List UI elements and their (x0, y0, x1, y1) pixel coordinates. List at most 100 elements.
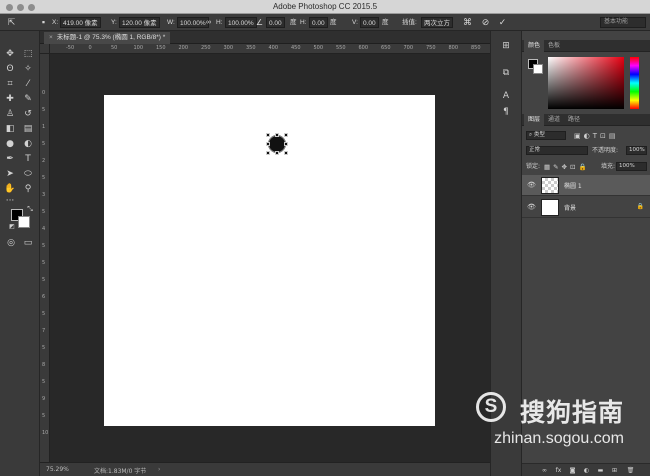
screen-mode-icon[interactable]: ▭ (22, 237, 34, 249)
ellipse-tool-icon[interactable]: ⬭ (22, 168, 34, 180)
marquee-tool-icon[interactable]: ⬚ (22, 48, 34, 60)
interpolation-select[interactable]: 两次立方 (421, 17, 453, 28)
magic-wand-tool-icon[interactable]: ✧ (22, 63, 34, 75)
warp-icon[interactable]: ⌘ (462, 17, 473, 28)
transform-handle[interactable] (284, 133, 288, 137)
document-canvas[interactable] (104, 95, 435, 426)
transform-handle[interactable] (284, 151, 288, 155)
pen-tool-icon[interactable]: ✒ (4, 153, 16, 165)
move-tool-icon[interactable]: ✥ (4, 48, 16, 60)
x-field[interactable]: 419.00 像素 (60, 17, 101, 28)
ruler-tick-label: 5 (42, 107, 46, 113)
color-picker-field[interactable] (548, 57, 624, 109)
healing-brush-tool-icon[interactable]: ✚ (4, 93, 16, 105)
transform-handle[interactable] (266, 133, 270, 137)
gradient-tool-icon[interactable]: ▤ (22, 123, 34, 135)
h-field[interactable]: 100.00% (225, 17, 257, 28)
reference-point-icon[interactable]: ▪ (38, 17, 49, 28)
zoom-level[interactable]: 75.29% (46, 466, 69, 473)
tab-color[interactable]: 颜色 (524, 40, 545, 52)
tab-layers[interactable]: 图层 (524, 114, 545, 126)
crop-tool-icon[interactable]: ⌗ (4, 78, 16, 90)
ruler-tick-label: 650 (381, 45, 391, 51)
properties-panel-icon[interactable]: ⧉ (499, 66, 513, 80)
lock-icons[interactable]: ▦✎✥⊡🔒 (544, 161, 590, 173)
background-color-swatch[interactable] (18, 216, 30, 228)
link-icon[interactable]: ∞ (203, 17, 214, 28)
commit-transform-icon[interactable]: ✓ (497, 17, 508, 28)
close-tab-icon[interactable]: × (49, 34, 53, 41)
hskew-unit: 度 (330, 19, 337, 26)
lasso-tool-icon[interactable]: ʘ (4, 63, 16, 75)
vertical-ruler[interactable]: 0 5 1 5 2 5 3 5 4 5 5 5 6 5 7 5 8 5 9 5 10 (40, 54, 50, 462)
transform-tool-icon[interactable]: ⇱ (6, 17, 17, 28)
layer-thumbnail (541, 177, 559, 194)
blur-tool-icon[interactable]: ● (4, 138, 16, 150)
transform-handle[interactable] (275, 133, 279, 137)
link-layers-icon[interactable]: ∞ (540, 466, 549, 475)
color-panel-tabs: 颜色 色板 (522, 40, 650, 52)
fill-field[interactable]: 100% (616, 162, 647, 171)
transform-handle[interactable] (266, 151, 270, 155)
layer-row-background[interactable]: 👁 背景 🔒 (522, 197, 650, 218)
angle-field[interactable]: 0.00 (266, 17, 285, 28)
tab-paths[interactable]: 路径 (564, 114, 584, 126)
hue-slider[interactable] (630, 57, 639, 109)
type-tool-icon[interactable]: T (22, 153, 34, 165)
swap-colors-icon[interactable]: ⤡ (24, 203, 36, 215)
dodge-tool-icon[interactable]: ◐ (22, 138, 34, 150)
ruler-tick-label: 5 (42, 311, 46, 317)
vskew-unit: 度 (382, 19, 389, 26)
layer-row-ellipse[interactable]: 👁 椭圆 1 (522, 175, 650, 196)
tab-swatches[interactable]: 色板 (544, 40, 564, 52)
add-mask-icon[interactable]: ◙ (568, 466, 577, 475)
ruler-tick-label: 2 (42, 158, 46, 164)
tools-panel: ✥ ⬚ ʘ ✧ ⌗ ⁄ ✚ ✎ ♙ ↺ ◧ ▤ ● ◐ ✒ T ➤ ⬭ ✋ ⚲ … (0, 31, 40, 476)
quick-mask-icon[interactable]: ◎ (5, 237, 17, 249)
new-group-icon[interactable]: ▬ (596, 466, 605, 475)
brush-tool-icon[interactable]: ✎ (22, 93, 34, 105)
ruler-tick-label: 550 (336, 45, 346, 51)
visibility-eye-icon[interactable]: 👁 (527, 203, 536, 211)
vskew-field[interactable]: 0.00 (360, 17, 379, 28)
ruler-origin[interactable] (40, 44, 50, 54)
transform-handle[interactable] (284, 142, 288, 146)
ruler-tick-label: 0 (42, 90, 46, 96)
hand-tool-icon[interactable]: ✋ (4, 183, 16, 195)
transform-handle[interactable] (275, 151, 279, 155)
visibility-eye-icon[interactable]: 👁 (527, 181, 536, 189)
opacity-field[interactable]: 100% (626, 146, 647, 155)
character-panel-icon[interactable]: A (499, 89, 513, 103)
ruler-tick-label: 200 (178, 45, 189, 51)
color-panel-background-swatch[interactable] (533, 64, 543, 74)
blend-mode-select[interactable]: 正常 (526, 146, 588, 155)
zoom-tool-icon[interactable]: ⚲ (22, 183, 34, 195)
more-tools-icon[interactable]: ··· (4, 195, 16, 207)
adjustment-layer-icon[interactable]: ◐ (582, 466, 591, 475)
canvas-area[interactable] (50, 54, 490, 462)
cancel-transform-icon[interactable]: ⊘ (480, 17, 491, 28)
status-menu-icon[interactable]: › (158, 466, 160, 473)
default-colors-icon[interactable]: ◩ (6, 221, 18, 233)
tab-channels[interactable]: 通道 (544, 114, 564, 126)
filter-icons[interactable]: ▣◐T⊡▤ (574, 130, 618, 142)
history-brush-tool-icon[interactable]: ↺ (22, 108, 34, 120)
paragraph-panel-icon[interactable]: ¶ (499, 105, 513, 119)
w-label: W: (167, 19, 175, 26)
layer-style-icon[interactable]: fx (554, 466, 563, 475)
history-panel-icon[interactable]: ⊞ (499, 39, 513, 53)
document-tab[interactable]: × 未标题-1 @ 75.3% (椭圆 1, RGB/8*) * (44, 32, 171, 44)
transform-handle[interactable] (266, 142, 270, 146)
delete-layer-icon[interactable]: 🗑 (626, 466, 635, 475)
new-layer-icon[interactable]: ⊞ (610, 466, 619, 475)
hskew-field[interactable]: 0.00 (309, 17, 328, 28)
horizontal-ruler[interactable]: -50 0 50 100 150 200 250 300 350 400 450 500 550 600 6… (50, 44, 490, 54)
y-field[interactable]: 120.00 像素 (119, 17, 160, 28)
workspace-select[interactable]: 基本功能 (600, 17, 646, 28)
eraser-tool-icon[interactable]: ◧ (4, 123, 16, 135)
path-selection-tool-icon[interactable]: ➤ (4, 168, 16, 180)
layer-filter-select[interactable]: ⌕ 类型 (526, 131, 566, 140)
eyedropper-tool-icon[interactable]: ⁄ (22, 78, 34, 90)
clone-stamp-tool-icon[interactable]: ♙ (4, 108, 16, 120)
document-info[interactable]: 文档:1.83M/0 字节 (94, 466, 146, 475)
